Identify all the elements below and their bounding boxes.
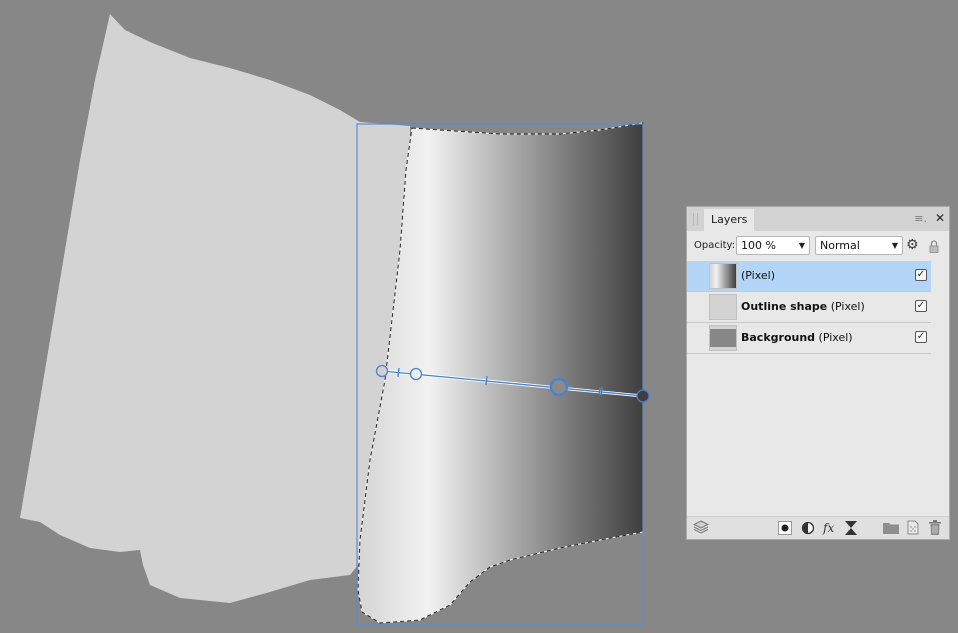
- tab-layers[interactable]: Layers: [704, 209, 755, 231]
- hamburger-menu-icon[interactable]: ≡.: [914, 212, 927, 225]
- fx-icon[interactable]: fx: [823, 520, 834, 536]
- adjustment-icon[interactable]: [801, 521, 815, 539]
- new-layer-icon[interactable]: [905, 519, 919, 539]
- visibility-checkbox[interactable]: ✓: [915, 331, 927, 343]
- close-icon[interactable]: ✕: [935, 211, 945, 225]
- layers-list: (Pixel) ✓ Outline shape (Pixel) ✓ Backgr…: [687, 261, 931, 354]
- folder-icon[interactable]: [883, 521, 899, 538]
- layer-name: Background (Pixel): [741, 331, 853, 344]
- layer-name: (Pixel): [741, 269, 776, 282]
- layer-thumbnail: [709, 294, 737, 320]
- layers-stack-icon[interactable]: [692, 520, 710, 538]
- visibility-checkbox[interactable]: ✓: [915, 269, 927, 281]
- gradient-end-handle[interactable]: [636, 389, 650, 403]
- lock-icon[interactable]: [929, 238, 939, 257]
- layer-row-background[interactable]: Background (Pixel) ✓: [687, 323, 931, 354]
- opacity-label: Opacity:: [694, 240, 736, 251]
- panel-header: Layers ≡. ✕: [687, 207, 949, 231]
- live-filter-icon[interactable]: [845, 521, 857, 539]
- mask-icon[interactable]: [778, 521, 792, 539]
- layer-thumbnail: [709, 263, 737, 289]
- trash-icon[interactable]: [929, 520, 941, 539]
- layers-scrollbar[interactable]: [931, 261, 949, 516]
- chevron-down-icon: ▼: [891, 241, 898, 250]
- layer-row-outline-shape[interactable]: Outline shape (Pixel) ✓: [687, 292, 931, 323]
- layer-thumbnail: [709, 325, 737, 351]
- opacity-dropdown[interactable]: 100 % ▼: [736, 236, 810, 255]
- visibility-checkbox[interactable]: ✓: [915, 300, 927, 312]
- layer-name: Outline shape (Pixel): [741, 300, 865, 313]
- gear-icon[interactable]: ⚙: [906, 238, 919, 252]
- gradient-start-handle[interactable]: [375, 364, 389, 378]
- outline-shape: [20, 14, 410, 603]
- opacity-row: Opacity: 100 % ▼ Normal ▼ ⚙: [687, 231, 949, 261]
- gradient-stop-handle[interactable]: [409, 367, 423, 381]
- blend-mode-dropdown[interactable]: Normal ▼: [815, 236, 903, 255]
- layer-row-pixel[interactable]: (Pixel) ✓: [687, 261, 931, 292]
- opacity-value: 100 %: [741, 239, 776, 252]
- blend-mode-value: Normal: [820, 239, 860, 252]
- layers-panel: Layers ≡. ✕ Opacity: 100 % ▼ Normal ▼ ⚙ …: [686, 206, 950, 540]
- gradient-stop-selected-handle[interactable]: [549, 377, 569, 397]
- chevron-down-icon: ▼: [798, 241, 805, 250]
- panel-grip-handle[interactable]: [693, 213, 698, 225]
- panel-footer: fx: [687, 516, 949, 539]
